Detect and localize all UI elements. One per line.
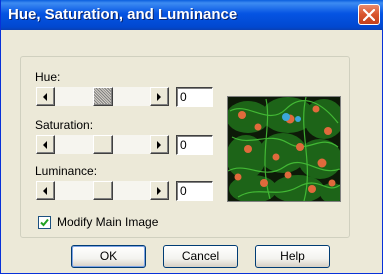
hue-label: Hue: <box>35 70 61 84</box>
luminance-label: Luminance: <box>35 164 98 178</box>
saturation-label: Saturation: <box>35 118 94 132</box>
hsl-dialog: Hue, Saturation, and Luminance Hue: 0 Sa… <box>0 0 383 274</box>
saturation-slider-track[interactable] <box>55 135 150 154</box>
luminance-increase-button[interactable] <box>150 181 169 200</box>
saturation-slider-thumb[interactable] <box>93 135 113 154</box>
hue-slider-thumb[interactable] <box>93 87 113 106</box>
luminance-slider[interactable] <box>36 181 169 200</box>
close-icon <box>363 9 375 21</box>
preview-image <box>227 96 341 202</box>
luminance-decrease-button[interactable] <box>36 181 55 200</box>
saturation-slider[interactable] <box>36 135 169 154</box>
hue-decrease-button[interactable] <box>36 87 55 106</box>
saturation-decrease-button[interactable] <box>36 135 55 154</box>
modify-main-image-checkbox[interactable] <box>38 216 51 229</box>
saturation-value-field[interactable]: 0 <box>176 135 213 155</box>
arrow-right-icon <box>157 187 161 195</box>
luminance-slider-track[interactable] <box>55 181 150 200</box>
arrow-left-icon <box>43 93 47 101</box>
help-button[interactable]: Help <box>255 245 330 268</box>
hue-slider-track[interactable] <box>55 87 150 106</box>
hue-increase-button[interactable] <box>150 87 169 106</box>
modify-main-image-label[interactable]: Modify Main Image <box>57 215 158 229</box>
checkmark-icon <box>40 218 49 227</box>
arrow-right-icon <box>157 93 161 101</box>
arrow-left-icon <box>43 141 47 149</box>
arrow-right-icon <box>157 141 161 149</box>
arrow-left-icon <box>43 187 47 195</box>
close-button[interactable] <box>358 4 380 25</box>
cancel-button[interactable]: Cancel <box>163 245 238 268</box>
hue-slider[interactable] <box>36 87 169 106</box>
ok-button[interactable]: OK <box>71 245 146 268</box>
luminance-value-field[interactable]: 0 <box>176 181 213 201</box>
title-bar[interactable]: Hue, Saturation, and Luminance <box>1 0 383 30</box>
window-title: Hue, Saturation, and Luminance <box>8 6 238 23</box>
hue-value-field[interactable]: 0 <box>176 87 213 107</box>
saturation-increase-button[interactable] <box>150 135 169 154</box>
luminance-slider-thumb[interactable] <box>93 181 113 200</box>
